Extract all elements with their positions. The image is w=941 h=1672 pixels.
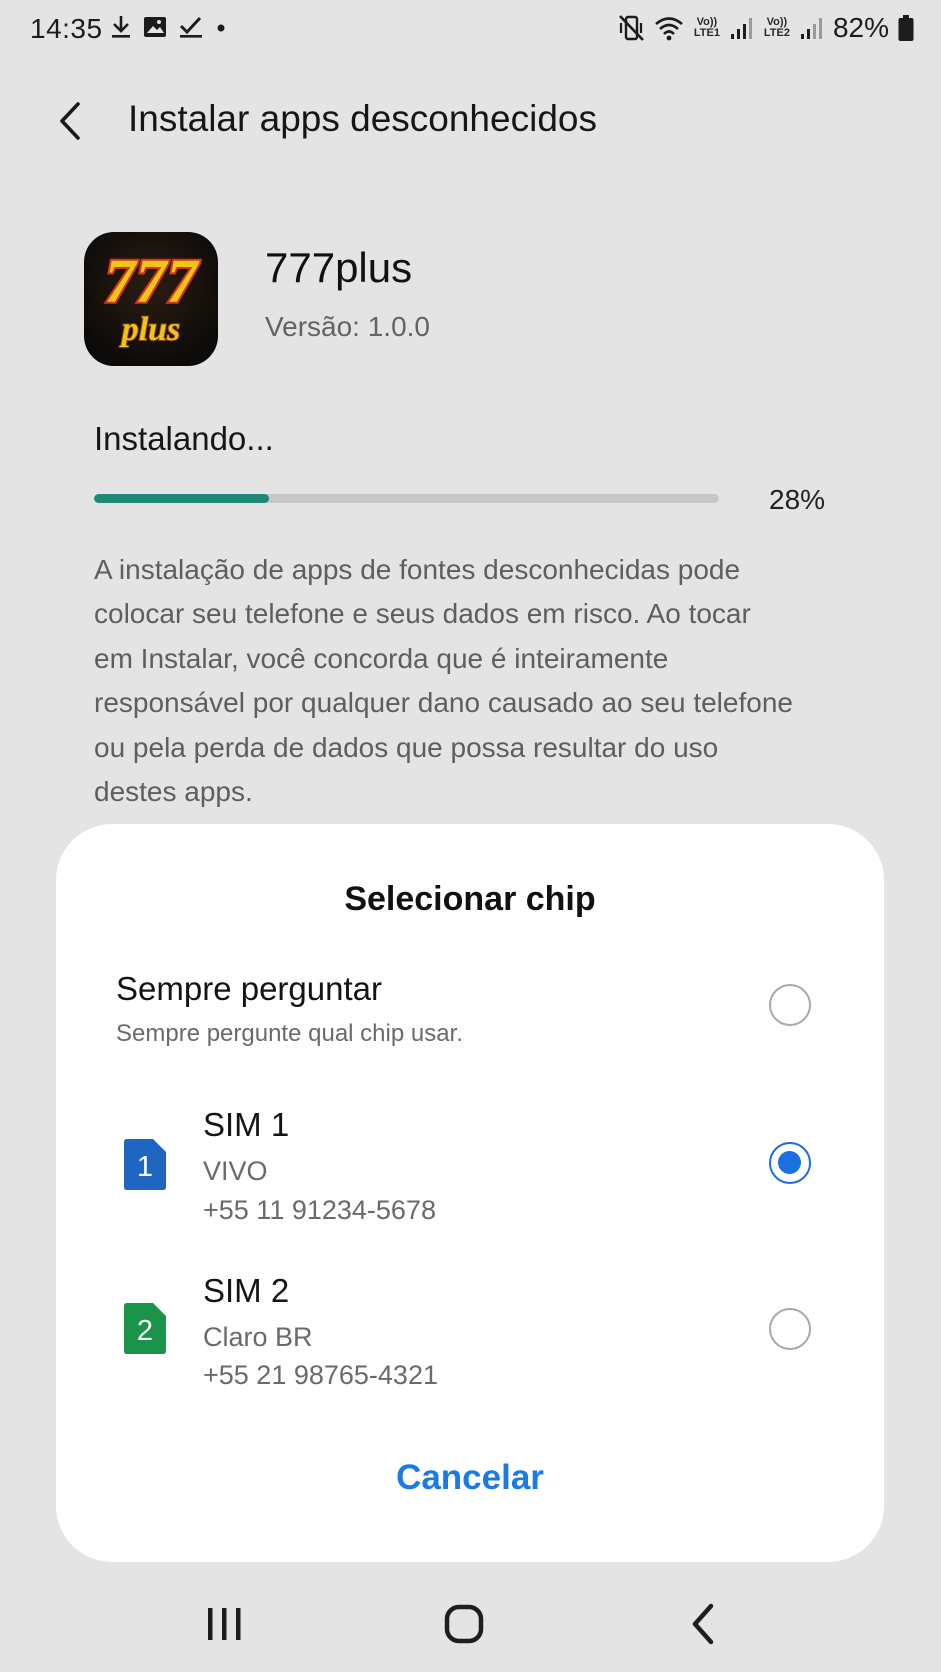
- option-title: SIM 2: [203, 1272, 290, 1309]
- option-title: Sempre perguntar: [116, 970, 382, 1007]
- install-progress-fill: [94, 494, 269, 503]
- download-icon: [112, 16, 130, 38]
- status-time: 14:35: [30, 13, 103, 44]
- page-title: Instalar apps desconhecidos: [128, 98, 597, 139]
- install-warning-text: A instalação de apps de fontes desconhec…: [94, 554, 793, 808]
- status-bar: 14:35 Vo)) LTE1 Vo)) LTE2 82%: [0, 0, 941, 60]
- option-carrier: VIVO: [203, 1156, 268, 1186]
- radio-always-ask[interactable]: [769, 984, 811, 1026]
- volte-lte2-badge: Vo)) LTE2: [763, 16, 790, 39]
- option-title: SIM 1: [203, 1106, 290, 1143]
- dot-icon: [217, 24, 225, 32]
- battery-icon: [898, 15, 914, 41]
- check-icon: [179, 16, 202, 38]
- dialog-title: Selecionar chip: [344, 880, 596, 918]
- app-logo-art: 777 plus: [103, 246, 203, 349]
- app-bar: Instalar apps desconhecidos: [0, 80, 941, 170]
- app-icon-text-bottom: plus: [119, 311, 181, 348]
- cancel-button[interactable]: Cancelar: [370, 1450, 570, 1506]
- back-icon[interactable]: [675, 1596, 735, 1652]
- option-sim-2[interactable]: 2 SIM 2 Claro BR +55 21 98765-4321: [56, 1272, 884, 1412]
- app-version: Versão: 1.0.0: [265, 311, 431, 342]
- status-left-icons: [110, 14, 228, 40]
- option-sim-1[interactable]: 1 SIM 1 VIVO +55 11 91234-5678: [56, 1106, 884, 1246]
- app-icon-text-top: 777: [105, 248, 201, 316]
- sim-2-badge-number: 2: [137, 1315, 153, 1347]
- navigation-bar: [0, 1580, 941, 1672]
- option-phone-number: +55 11 91234-5678: [203, 1195, 436, 1225]
- image-icon: [144, 17, 166, 37]
- mute-vibrate-icon: [619, 15, 644, 41]
- sim-card-1-icon: 1: [124, 1139, 166, 1190]
- install-progress-label: 28%: [769, 484, 826, 515]
- status-right-icons: Vo)) LTE1 Vo)) LTE2 82%: [617, 12, 915, 44]
- option-carrier: Claro BR: [203, 1322, 313, 1352]
- chevron-left-icon[interactable]: [50, 98, 90, 144]
- sim-card-2-icon: 2: [124, 1303, 166, 1354]
- option-phone-number: +55 21 98765-4321: [203, 1360, 438, 1390]
- sim-1-badge-number: 1: [137, 1151, 153, 1183]
- battery-percent: 82%: [832, 12, 889, 43]
- radio-sim-1[interactable]: [769, 1142, 811, 1184]
- volte-lte1-badge: Vo)) LTE1: [693, 16, 720, 39]
- install-progress-bar: [94, 494, 719, 503]
- radio-sim-2[interactable]: [769, 1308, 811, 1350]
- install-status: Instalando...: [94, 420, 274, 457]
- option-subtitle: Sempre pergunte qual chip usar.: [116, 1020, 463, 1047]
- recent-apps-icon[interactable]: [194, 1596, 254, 1652]
- wifi-icon: [655, 17, 683, 41]
- select-sim-dialog: Selecionar chip Sempre perguntar Sempre …: [56, 824, 884, 1562]
- app-icon: 777 plus: [84, 232, 218, 366]
- signal-1-icon: [730, 18, 752, 39]
- app-name: 777plus: [265, 244, 413, 291]
- option-always-ask[interactable]: Sempre perguntar Sempre pergunte qual ch…: [56, 970, 884, 1090]
- screen: 14:35 Vo)) LTE1 Vo)) LTE2 82% Instalar a…: [0, 0, 941, 1672]
- signal-2-icon: [800, 18, 822, 39]
- home-icon[interactable]: [435, 1596, 495, 1652]
